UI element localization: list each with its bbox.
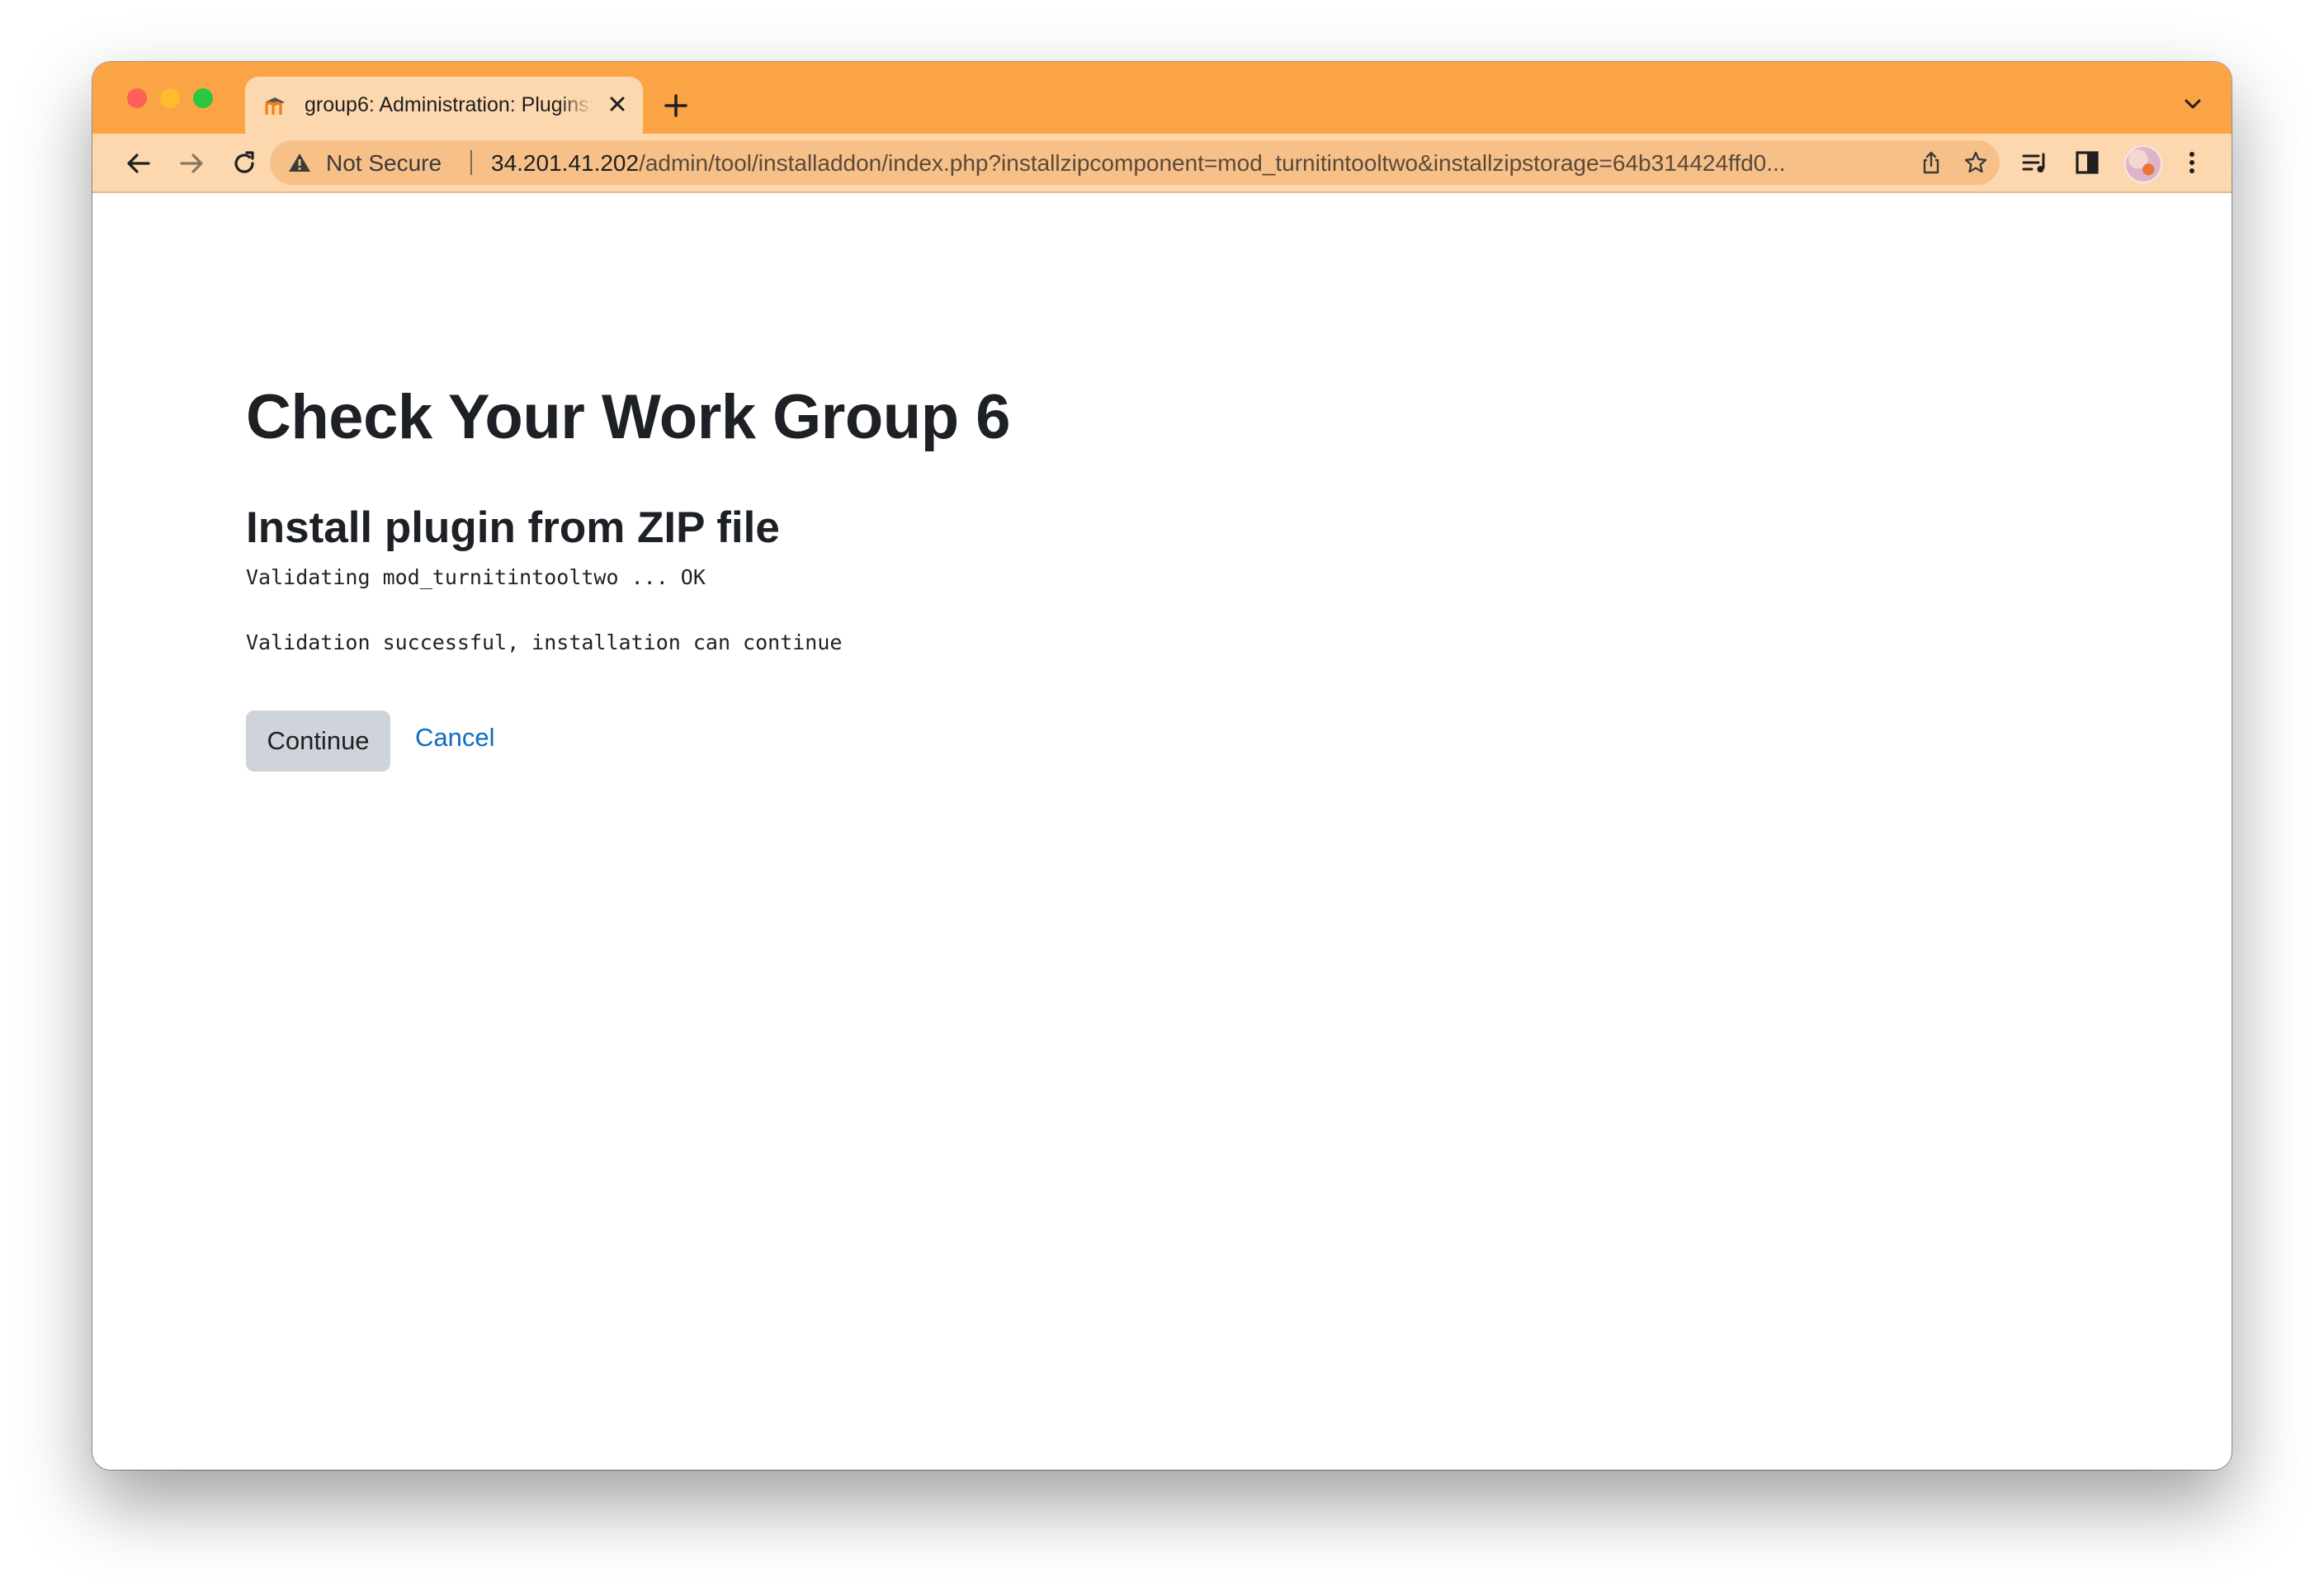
moodle-icon: [265, 97, 285, 115]
url-path: /admin/tool/installaddon/index.php?insta…: [639, 150, 1786, 176]
tab-title: group6: Administration: Plugins: Install…: [305, 93, 593, 116]
new-tab-icon[interactable]: [662, 92, 690, 120]
avatar[interactable]: [2124, 145, 2162, 183]
omnibox-divider: [470, 150, 472, 175]
browser-tab-active[interactable]: group6: Administration: Plugins: Install…: [245, 77, 643, 134]
site-title: Check Your Work Group 6: [246, 382, 1011, 452]
warning-icon: [289, 153, 310, 172]
validation-result-text: Validation successful, installation can …: [246, 630, 843, 654]
side-panel-icon[interactable]: [2072, 148, 2102, 177]
close-window-button[interactable]: [127, 88, 147, 108]
browser-window: group6: Administration: Plugins: Install…: [92, 62, 2232, 1470]
tab-search-chevron-icon[interactable]: [2182, 93, 2204, 115]
minimize-window-button[interactable]: [160, 88, 180, 108]
reading-list-icon[interactable]: [2020, 148, 2050, 177]
reload-icon[interactable]: [229, 149, 259, 178]
tab-strip: group6: Administration: Plugins: Install…: [92, 62, 2232, 134]
browser-toolbar: Not Secure 34.201.41.202/admin/tool/inst…: [92, 134, 2232, 193]
kebab-menu-icon[interactable]: [2177, 148, 2207, 177]
share-icon[interactable]: [1919, 150, 1944, 175]
forward-arrow-icon[interactable]: [177, 149, 206, 178]
zoom-window-button[interactable]: [193, 88, 213, 108]
back-arrow-icon[interactable]: [124, 149, 154, 178]
cancel-link[interactable]: Cancel: [415, 723, 495, 753]
star-icon[interactable]: [1963, 150, 1988, 175]
address-bar[interactable]: Not Secure 34.201.41.202/admin/tool/inst…: [270, 140, 2000, 185]
url-host: 34.201.41.202: [491, 150, 640, 176]
continue-button[interactable]: Continue: [246, 711, 390, 772]
close-tab-icon[interactable]: [605, 92, 630, 116]
security-label[interactable]: Not Secure: [326, 150, 442, 177]
page-content: Check Your Work Group 6 Install plugin f…: [92, 193, 2232, 1470]
validation-status-text: Validating mod_turnitintooltwo ... OK: [246, 565, 706, 589]
url-text[interactable]: 34.201.41.202/admin/tool/installaddon/in…: [491, 150, 1894, 177]
page-title: Install plugin from ZIP file: [246, 503, 780, 552]
